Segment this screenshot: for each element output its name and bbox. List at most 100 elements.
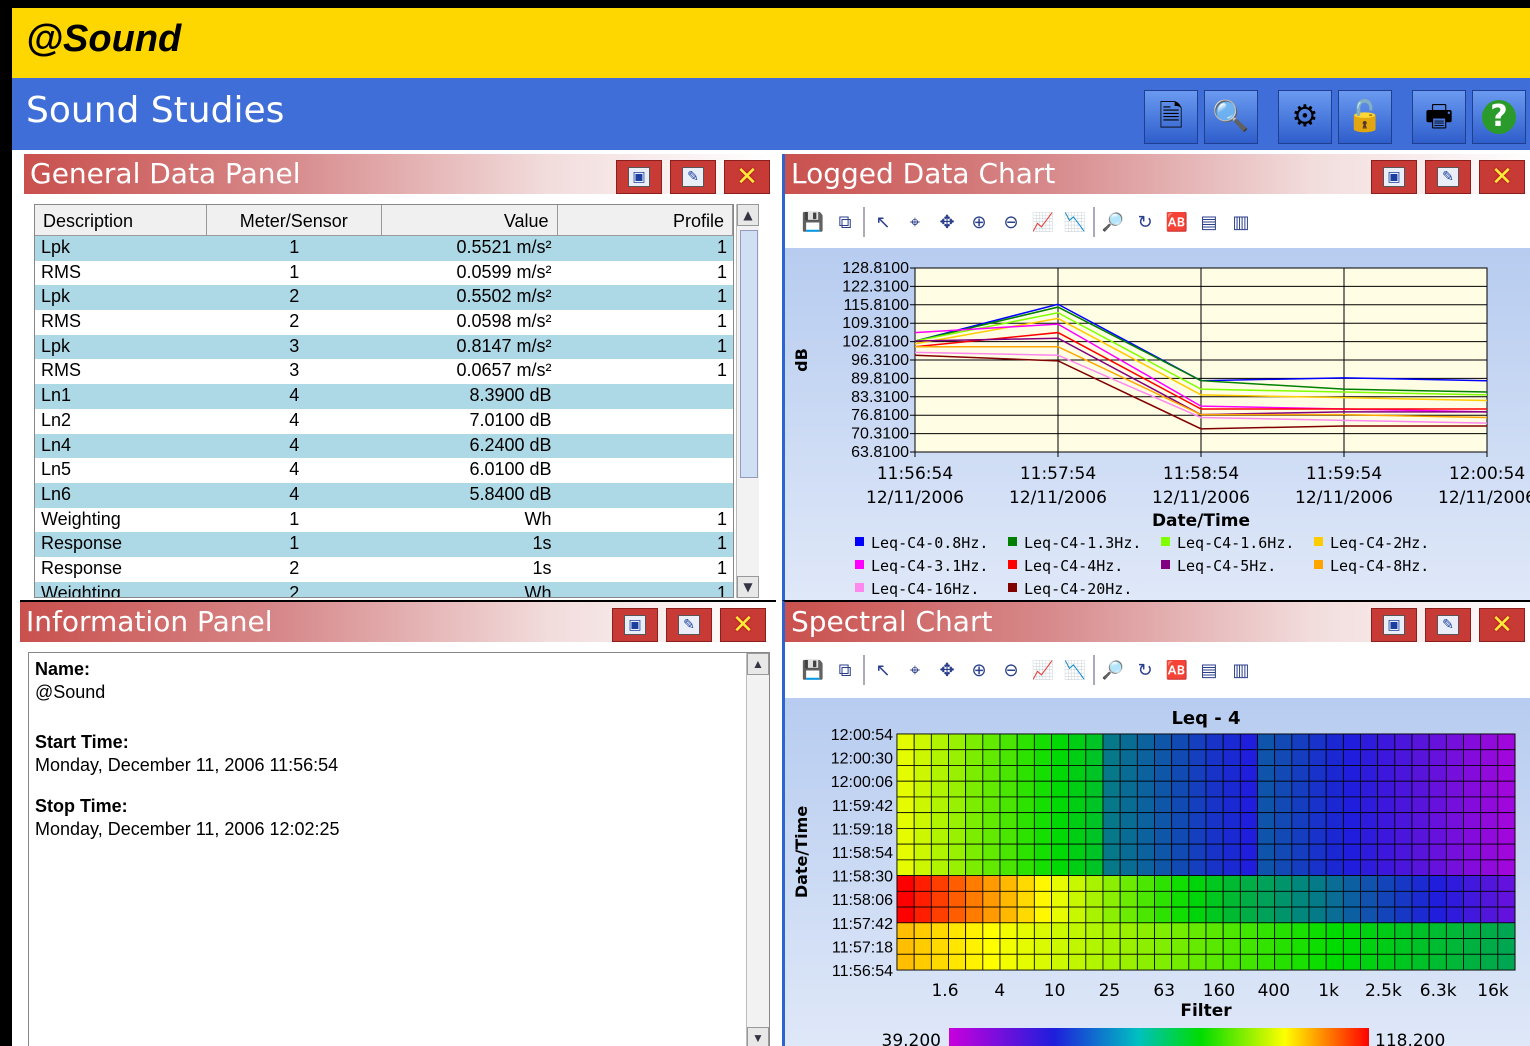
label-icon[interactable]: 🆎 xyxy=(1163,656,1191,684)
panel-close-button[interactable]: ✕ xyxy=(1479,608,1525,642)
table-scrollbar[interactable]: ▲ ▼ xyxy=(736,204,759,598)
zoom-in-icon[interactable]: ⊕ xyxy=(965,208,993,236)
heatmap-cell xyxy=(1428,796,1447,814)
save-icon[interactable]: 💾 xyxy=(799,656,827,684)
table-row[interactable]: RMS 2 0.0598 m/s² 1 xyxy=(35,310,733,335)
table-row[interactable]: RMS 1 0.0599 m/s² 1 xyxy=(35,261,733,286)
new-study-button[interactable]: 🗎 xyxy=(1144,90,1198,144)
copy-icon[interactable]: ⧉ xyxy=(831,208,859,236)
heatmap-cell xyxy=(965,749,984,766)
heatmap-cell xyxy=(982,749,1001,766)
heatmap-cell xyxy=(1463,859,1482,877)
panel-edit-button[interactable]: ✎ xyxy=(1425,608,1471,642)
zoom-out-icon[interactable]: ⊖ xyxy=(997,208,1025,236)
properties-icon[interactable]: ▤ xyxy=(1195,208,1223,236)
heatmap-cell xyxy=(913,875,932,892)
table-row[interactable]: Lpk 1 0.5521 m/s² 1 xyxy=(35,236,733,261)
table-row[interactable]: Weighting 2 Wh 1 xyxy=(35,581,733,597)
scroll-down-icon[interactable]: ▼ xyxy=(747,1027,769,1046)
panel-preview-button[interactable]: ▣ xyxy=(1371,608,1417,642)
table-row[interactable]: Ln6 4 5.8400 dB xyxy=(35,482,733,508)
print-button[interactable]: 🖶 xyxy=(1412,90,1466,144)
properties-icon[interactable]: ▤ xyxy=(1195,656,1223,684)
heatmap-cell xyxy=(1274,906,1293,924)
heatmap-cell xyxy=(999,749,1018,766)
table-row[interactable]: Lpk 3 0.8147 m/s² 1 xyxy=(35,334,733,360)
table-row[interactable]: Ln2 4 7.0100 dB xyxy=(35,409,733,434)
heatmap-cell xyxy=(1428,733,1447,751)
info-scrollbar[interactable]: ▲ ▼ xyxy=(746,653,769,1046)
heatmap-cell xyxy=(1480,843,1499,861)
y-tick-label: 12:00:30 xyxy=(831,751,893,768)
table-row[interactable]: Weighting 1 Wh 1 xyxy=(35,508,733,533)
refresh-icon[interactable]: ↻ xyxy=(1131,208,1159,236)
zoom-in-icon[interactable]: ⊕ xyxy=(965,656,993,684)
chart-style-icon[interactable]: 📈 xyxy=(1029,656,1057,684)
heatmap-cell xyxy=(1068,812,1087,829)
table-row[interactable]: Response 1 1s 1 xyxy=(35,532,733,557)
configure-button[interactable]: ⚙ xyxy=(1278,90,1332,144)
table-row[interactable]: Response 2 1s 1 xyxy=(35,557,733,582)
table-row[interactable]: Ln1 4 8.3900 dB xyxy=(35,384,733,409)
heatmap-cell xyxy=(1377,780,1396,798)
heatmap-cell xyxy=(948,906,967,924)
label-icon[interactable]: 🆎 xyxy=(1163,208,1191,236)
panel-preview-button[interactable]: ▣ xyxy=(612,608,658,642)
copy-icon[interactable]: ⧉ xyxy=(831,656,859,684)
column-header[interactable]: Description xyxy=(35,205,207,235)
find-study-button[interactable]: 🔍 xyxy=(1204,90,1258,144)
scroll-down-icon[interactable]: ▼ xyxy=(737,576,759,598)
heatmap-cell xyxy=(1136,796,1155,814)
heatmap-cell xyxy=(965,922,984,939)
heatmap-cell xyxy=(1428,812,1447,829)
chart-style-icon[interactable]: 📈 xyxy=(1029,208,1057,236)
panel-preview-button[interactable]: ▣ xyxy=(1371,160,1417,194)
heatmap-cell xyxy=(999,733,1018,751)
pan-icon[interactable]: ✥ xyxy=(933,656,961,684)
save-icon[interactable]: 💾 xyxy=(799,208,827,236)
column-header[interactable]: Profile xyxy=(558,205,733,235)
app-title-bar: @Sound xyxy=(12,6,1530,78)
export-icon[interactable]: ▥ xyxy=(1227,208,1255,236)
panel-close-button[interactable]: ✕ xyxy=(1479,160,1525,194)
pointer-icon[interactable]: ↖ xyxy=(869,656,897,684)
heatmap-cell xyxy=(1274,765,1293,782)
scroll-up-icon[interactable]: ▲ xyxy=(737,204,759,226)
table-cell: Wh xyxy=(524,508,552,529)
table-cell xyxy=(558,409,733,434)
crosshair-icon[interactable]: ⌖ xyxy=(901,208,929,236)
column-header[interactable]: Value xyxy=(382,205,558,235)
table-row[interactable]: Ln4 4 6.2400 dB xyxy=(35,433,733,459)
chart-type-icon[interactable]: 📉 xyxy=(1061,208,1089,236)
heatmap-cell xyxy=(999,953,1018,971)
find-icon[interactable]: 🔎 xyxy=(1099,208,1127,236)
pan-icon[interactable]: ✥ xyxy=(933,208,961,236)
table-row[interactable]: Ln5 4 6.0100 dB xyxy=(35,458,733,483)
chart-type-icon[interactable]: 📉 xyxy=(1061,656,1089,684)
heatmap-cell xyxy=(1205,906,1224,924)
export-icon[interactable]: ▥ xyxy=(1227,656,1255,684)
scroll-up-icon[interactable]: ▲ xyxy=(747,653,769,675)
panel-close-button[interactable]: ✕ xyxy=(724,160,770,194)
help-button[interactable]: ? xyxy=(1472,90,1526,144)
panel-close-button[interactable]: ✕ xyxy=(720,608,766,642)
crosshair-icon[interactable]: ⌖ xyxy=(901,656,929,684)
panel-preview-button[interactable]: ▣ xyxy=(616,160,662,194)
scroll-thumb[interactable] xyxy=(740,230,758,478)
info-stop-label: Stop Time: xyxy=(35,796,128,816)
pointer-icon[interactable]: ↖ xyxy=(869,208,897,236)
panel-edit-button[interactable]: ✎ xyxy=(666,608,712,642)
column-header[interactable]: Meter/Sensor xyxy=(207,205,383,235)
table-row[interactable]: Lpk 2 0.5502 m/s² 1 xyxy=(35,285,733,311)
find-icon[interactable]: 🔎 xyxy=(1099,656,1127,684)
table-row[interactable]: RMS 3 0.0657 m/s² 1 xyxy=(35,359,733,384)
heatmap-cell xyxy=(1497,827,1516,845)
unlock-button[interactable]: 🔓 xyxy=(1338,90,1392,144)
panel-edit-button[interactable]: ✎ xyxy=(1425,160,1471,194)
study-title: Sound Studies xyxy=(26,90,285,131)
zoom-out-icon[interactable]: ⊖ xyxy=(997,656,1025,684)
refresh-icon[interactable]: ↻ xyxy=(1131,656,1159,684)
table-body: Lpk 1 0.5521 m/s² 1 RMS 1 0.0599 m/s² 1 Lpk 2 0.55… xyxy=(35,236,733,597)
panel-edit-button[interactable]: ✎ xyxy=(670,160,716,194)
heatmap-cell xyxy=(1085,890,1104,908)
